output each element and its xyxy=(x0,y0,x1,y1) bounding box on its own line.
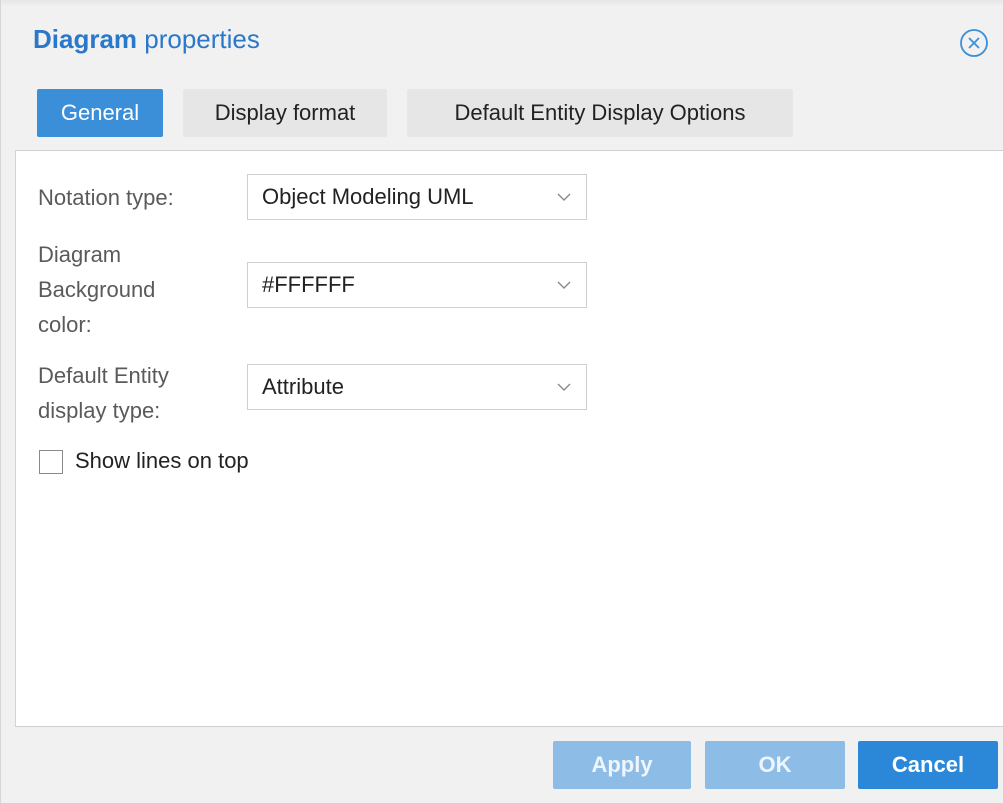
dialog-footer: Apply OK Cancel xyxy=(1,727,1003,803)
apply-button[interactable]: Apply xyxy=(553,741,691,789)
ok-button[interactable]: OK xyxy=(705,741,845,789)
cancel-button[interactable]: Cancel xyxy=(858,741,998,789)
background-color-label-line3: color: xyxy=(38,312,92,337)
entity-display-type-label-line2: display type: xyxy=(38,398,161,423)
notation-type-value: Object Modeling UML xyxy=(262,184,474,209)
chevron-down-icon xyxy=(557,383,571,391)
tab-bar: General Display format Default Entity Di… xyxy=(1,80,1003,150)
entity-display-type-value: Attribute xyxy=(262,374,344,399)
dialog-title-bold: Diagram xyxy=(33,24,138,54)
dialog-title-bar: Diagram properties xyxy=(1,0,1003,80)
close-circle-icon xyxy=(960,29,988,57)
show-lines-on-top-checkbox[interactable] xyxy=(39,450,63,474)
diagram-properties-dialog: Diagram properties General Display forma… xyxy=(0,0,1003,803)
general-tab-panel: Notation type: Object Modeling UML Diagr… xyxy=(15,150,1003,727)
notation-type-label: Notation type: xyxy=(38,185,174,210)
tab-default-entity-display-options[interactable]: Default Entity Display Options xyxy=(407,89,793,137)
background-color-value: #FFFFFF xyxy=(262,272,355,297)
dialog-title-rest: properties xyxy=(137,24,260,54)
close-button[interactable] xyxy=(958,27,990,59)
chevron-down-icon xyxy=(557,193,571,201)
tab-general[interactable]: General xyxy=(37,89,163,137)
tab-display-format[interactable]: Display format xyxy=(183,89,387,137)
entity-display-type-label-line1: Default Entity xyxy=(38,363,169,388)
background-color-label-line1: Diagram xyxy=(38,242,122,267)
background-color-select[interactable]: #FFFFFF xyxy=(247,262,587,308)
notation-type-select[interactable]: Object Modeling UML xyxy=(247,174,587,220)
chevron-down-icon xyxy=(557,281,571,289)
background-color-label-line2: Background xyxy=(38,277,156,302)
show-lines-on-top-label[interactable]: Show lines on top xyxy=(75,444,249,478)
dialog-title: Diagram properties xyxy=(33,24,260,55)
entity-display-type-select[interactable]: Attribute xyxy=(247,364,587,410)
